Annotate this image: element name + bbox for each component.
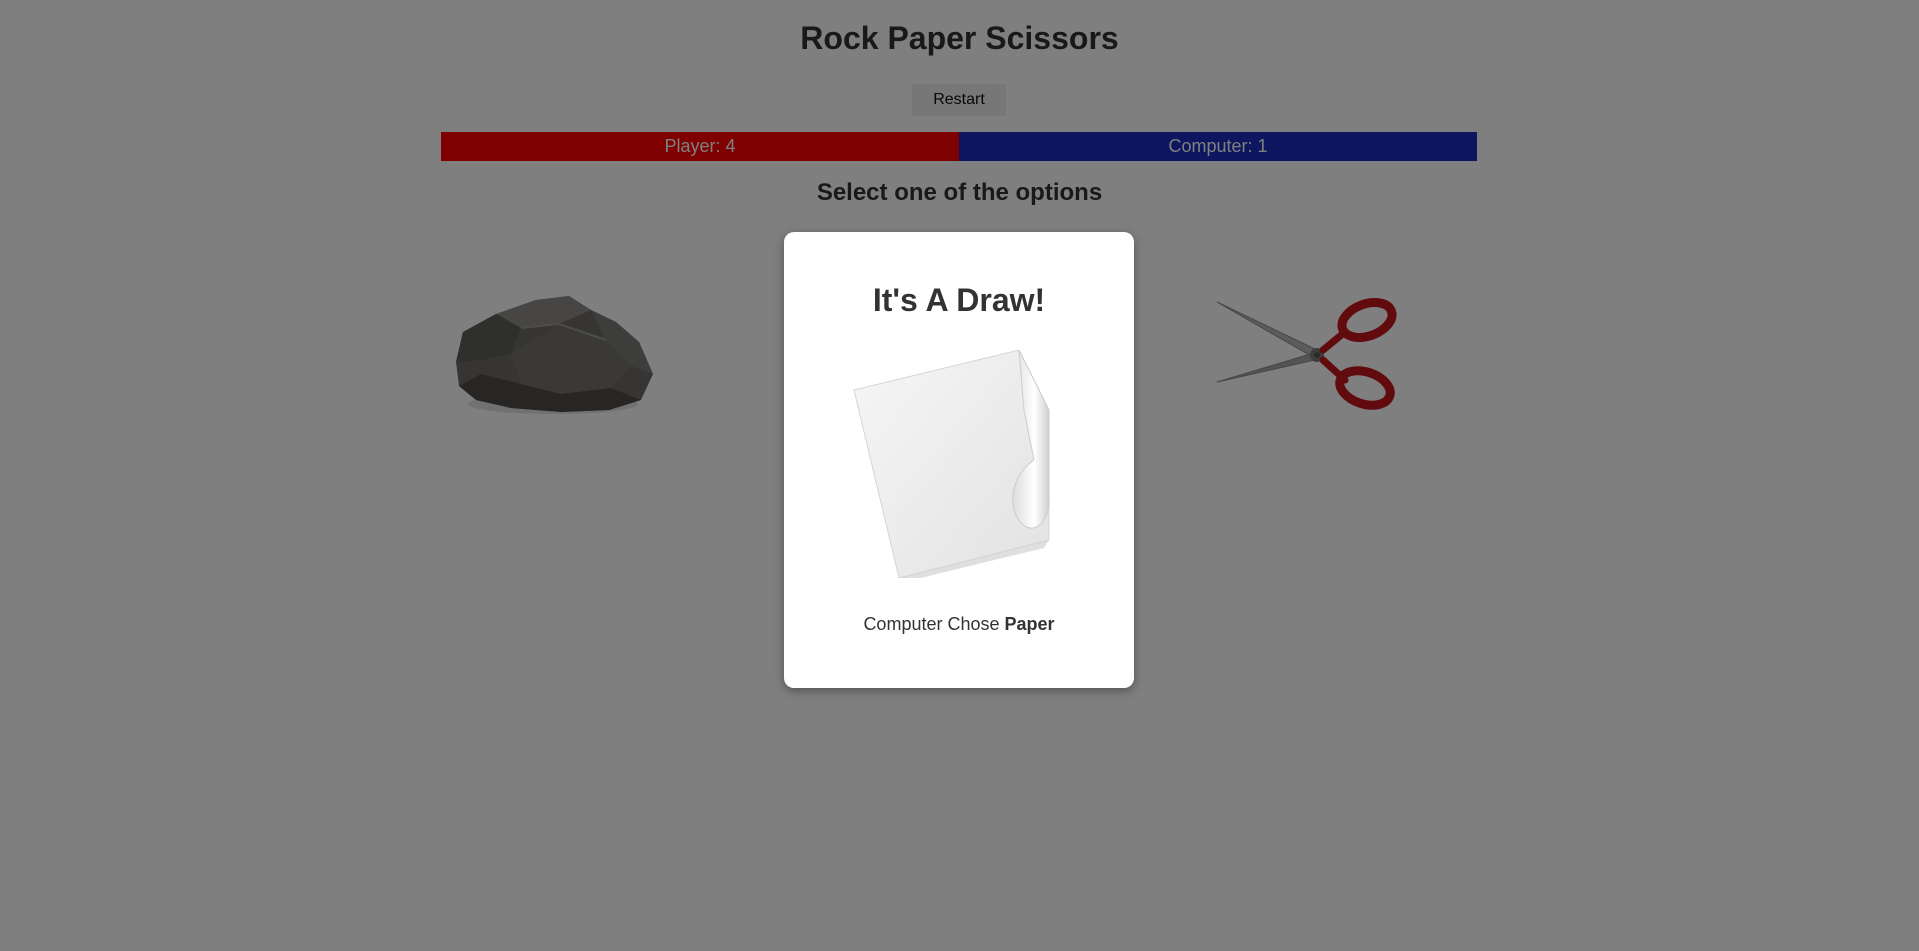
computer-choice: Paper <box>1004 614 1055 634</box>
result-title: It's A Draw! <box>872 282 1046 318</box>
paper-image <box>853 349 1050 582</box>
result-text-prefix: Computer Chose <box>863 614 1000 634</box>
result-text: Computer Chose Paper <box>784 614 1134 635</box>
result-image <box>844 349 1074 582</box>
result-modal: It's A Draw! Computer Chose Paper <box>784 232 1134 688</box>
game-page: Rock Paper Scissors Restart Player: 4 Co… <box>0 0 1919 951</box>
